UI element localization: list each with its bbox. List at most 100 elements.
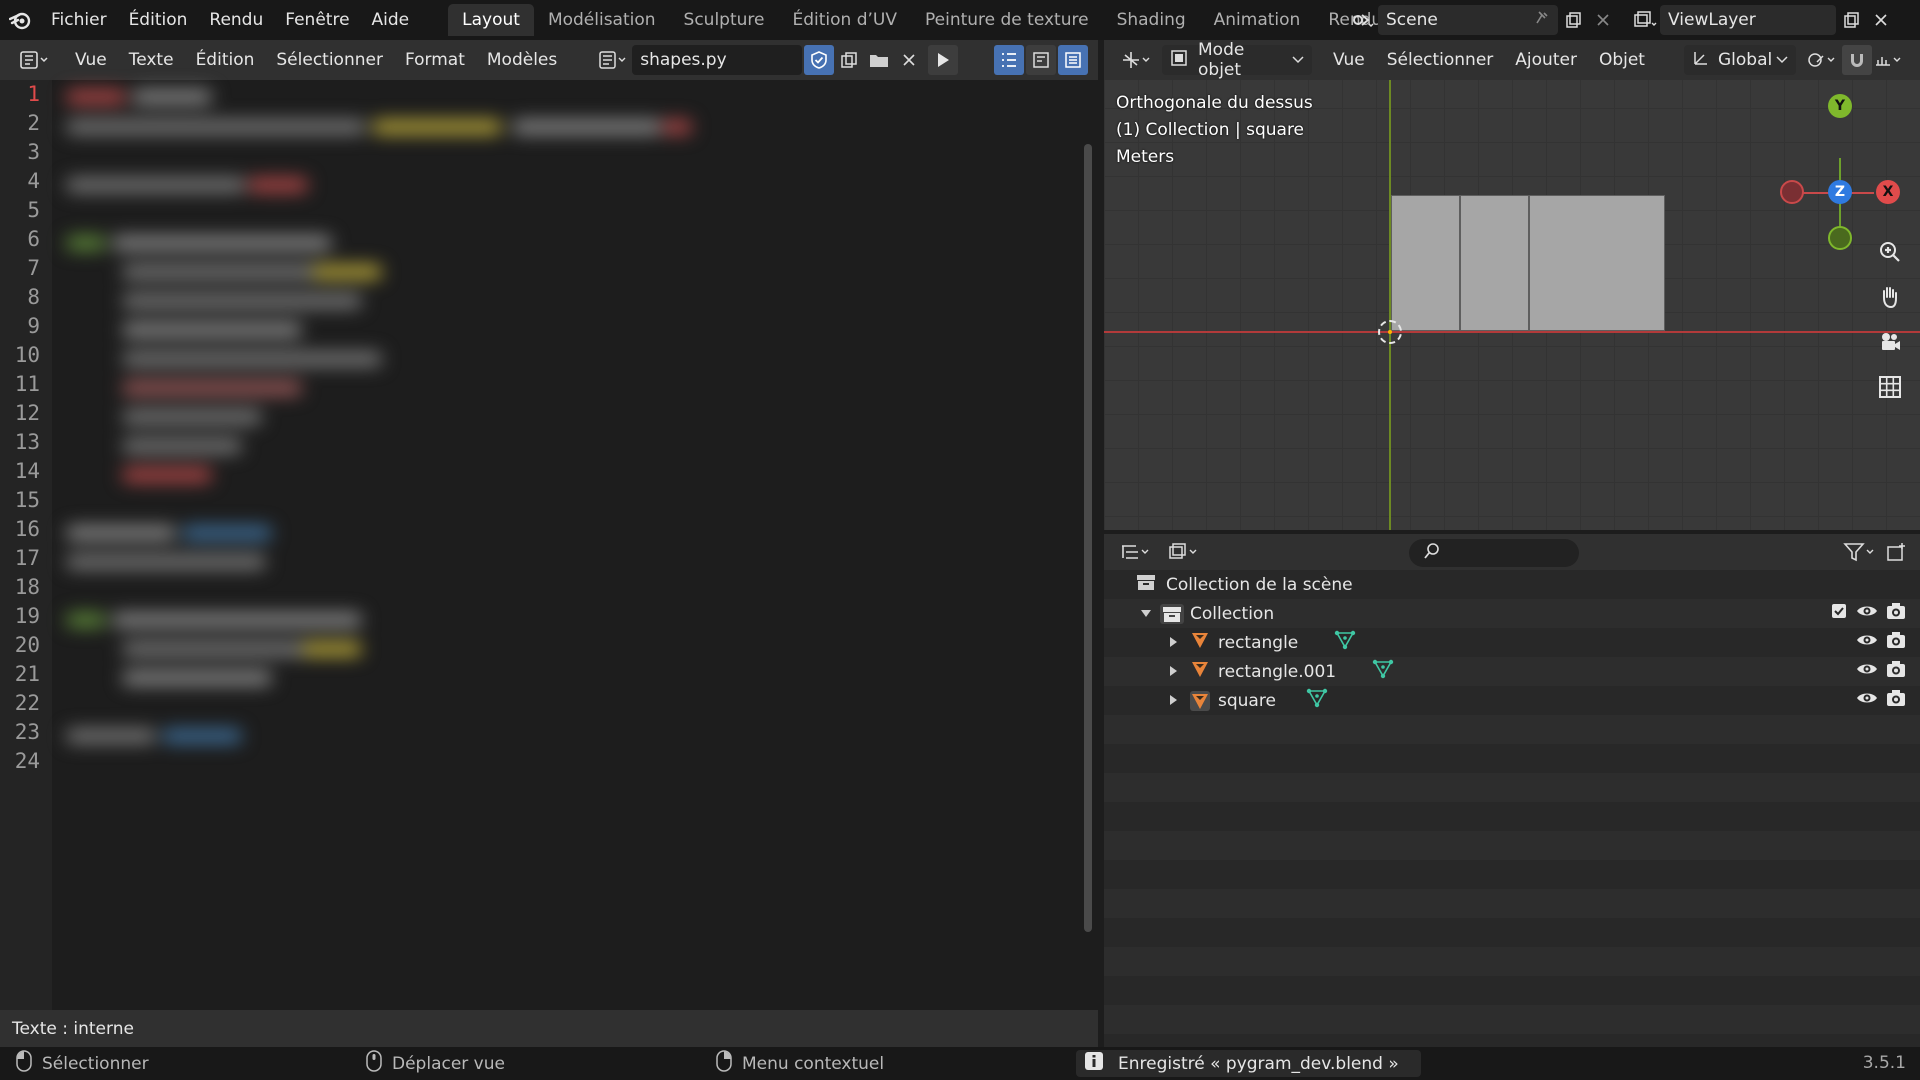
expand-arrow-icon[interactable] — [1168, 633, 1178, 653]
camera-render-icon[interactable] — [1886, 631, 1906, 654]
unlink-text-icon[interactable] — [894, 45, 924, 75]
view-layer-field[interactable]: ViewLayer — [1660, 5, 1836, 35]
text-browse-icon[interactable] — [594, 45, 632, 75]
line-number: 4 — [27, 169, 40, 193]
viewport-menu-add[interactable]: Ajouter — [1504, 50, 1588, 70]
eye-icon[interactable] — [1856, 603, 1878, 624]
status-select-hint: Sélectionner — [16, 1047, 149, 1080]
editor-scrollbar[interactable] — [1084, 144, 1092, 932]
text-menu-format[interactable]: Format — [394, 50, 476, 70]
new-collection-icon[interactable] — [1882, 537, 1912, 567]
line-number: 15 — [14, 488, 40, 512]
outliner-row-object[interactable]: rectangle.001 — [1104, 657, 1920, 686]
new-scene-icon[interactable] — [1558, 5, 1588, 35]
camera-render-icon[interactable] — [1886, 660, 1906, 683]
camera-render-icon[interactable] — [1886, 689, 1906, 712]
text-menu-edit[interactable]: Édition — [185, 50, 266, 70]
delete-scene-icon[interactable] — [1588, 5, 1618, 35]
status-bar: Sélectionner Déplacer vue Menu contextue… — [0, 1047, 1920, 1080]
object-mode-dropdown[interactable]: Mode objet — [1162, 40, 1312, 80]
eye-icon[interactable] — [1856, 632, 1878, 653]
text-menu-text[interactable]: Texte — [118, 50, 185, 70]
status-report[interactable]: Enregistré « pygram_dev.blend » — [1076, 1050, 1421, 1077]
viewport-menu-object[interactable]: Objet — [1588, 50, 1656, 70]
expand-arrow-icon[interactable] — [1168, 691, 1178, 711]
tab-shading[interactable]: Shading — [1103, 4, 1200, 36]
mesh-data-icon[interactable] — [1334, 629, 1356, 656]
exclude-checkbox[interactable] — [1830, 602, 1848, 625]
mesh-data-icon[interactable] — [1306, 687, 1328, 714]
viewport-editor-type-icon[interactable] — [1116, 45, 1156, 75]
text-filename-field[interactable]: shapes.py — [632, 45, 803, 75]
tab-sculpting[interactable]: Sculpture — [670, 4, 779, 36]
pin-icon[interactable] — [1534, 10, 1550, 31]
mesh-rectangle[interactable] — [1460, 195, 1529, 331]
view-orientation-text: Orthogonale du dessus — [1116, 93, 1313, 113]
outliner-row-collection[interactable]: Collection — [1104, 599, 1920, 628]
tab-texture-paint[interactable]: Peinture de texture — [911, 4, 1103, 36]
gizmo-neg-y-axis[interactable] — [1828, 226, 1852, 250]
filter-icon[interactable] — [1838, 537, 1882, 567]
mesh-rectangle-001[interactable] — [1529, 195, 1665, 331]
menu-edit[interactable]: Édition — [118, 0, 199, 40]
snap-magnet-icon[interactable] — [1841, 45, 1872, 75]
outliner-editor-type-icon[interactable] — [1116, 537, 1156, 567]
tab-uv-editing[interactable]: Édition d’UV — [779, 4, 912, 36]
gizmo-x-axis[interactable]: X — [1876, 180, 1900, 204]
tab-modeling[interactable]: Modélisation — [534, 4, 670, 36]
outliner-row-object[interactable]: square — [1104, 686, 1920, 715]
new-text-icon[interactable] — [834, 45, 864, 75]
gizmo-z-axis[interactable]: Z — [1828, 180, 1852, 204]
text-menu-select[interactable]: Sélectionner — [265, 50, 394, 70]
text-menu-view[interactable]: Vue — [64, 50, 118, 70]
text-editor-area[interactable]: 1 2 3 4 5 6 7 8 9 10 11 12 13 14 15 16 1… — [0, 80, 1098, 1010]
viewport-menu-view[interactable]: Vue — [1322, 50, 1376, 70]
outliner-row-object[interactable]: rectangle — [1104, 628, 1920, 657]
mesh-data-icon[interactable] — [1372, 658, 1394, 685]
gizmo-neg-x-axis[interactable] — [1780, 180, 1804, 204]
menu-render[interactable]: Rendu — [198, 0, 274, 40]
editor-type-icon[interactable] — [14, 45, 54, 75]
text-menu-templates[interactable]: Modèles — [476, 50, 568, 70]
delete-view-layer-icon[interactable] — [1866, 5, 1896, 35]
status-move-view-label: Déplacer vue — [392, 1053, 505, 1074]
camera-render-icon[interactable] — [1886, 602, 1906, 625]
camera-view-icon[interactable] — [1872, 324, 1908, 360]
pan-hand-icon[interactable] — [1872, 279, 1908, 315]
transform-orientation-dropdown[interactable]: Global — [1683, 45, 1796, 75]
new-view-layer-icon[interactable] — [1836, 5, 1866, 35]
eye-icon[interactable] — [1856, 661, 1878, 682]
line-number: 1 — [27, 82, 40, 106]
line-numbers-toggle-icon[interactable] — [994, 45, 1024, 75]
view-layer-icon[interactable] — [1630, 5, 1660, 35]
zoom-icon[interactable] — [1872, 234, 1908, 270]
word-wrap-toggle-icon[interactable] — [1026, 45, 1056, 75]
menu-file[interactable]: Fichier — [40, 0, 118, 40]
open-text-folder-icon[interactable] — [864, 45, 894, 75]
pivot-point-icon[interactable] — [1802, 45, 1842, 75]
display-mode-icon[interactable] — [1164, 537, 1204, 567]
status-move-view-hint: Déplacer vue — [366, 1047, 505, 1080]
gizmo-y-axis[interactable]: Y — [1828, 94, 1852, 118]
mesh-square[interactable] — [1391, 195, 1460, 331]
viewport-menu-select[interactable]: Sélectionner — [1376, 50, 1505, 70]
blender-logo-icon[interactable] — [0, 0, 40, 40]
expand-arrow-icon[interactable] — [1168, 662, 1178, 682]
menu-window[interactable]: Fenêtre — [274, 0, 360, 40]
menu-help[interactable]: Aide — [361, 0, 421, 40]
snap-increment-icon[interactable] — [1872, 45, 1906, 75]
perspective-grid-icon[interactable] — [1872, 369, 1908, 405]
3d-viewport[interactable]: Mode objet Vue Sélectionner Ajouter Obje… — [1104, 40, 1920, 530]
outliner-search-input[interactable] — [1409, 539, 1579, 567]
scene-icon[interactable] — [1348, 5, 1378, 35]
line-number: 5 — [27, 198, 40, 222]
collapse-arrow-icon[interactable] — [1140, 604, 1152, 624]
scene-name-field[interactable]: Scene — [1378, 5, 1558, 35]
tab-layout[interactable]: Layout — [448, 4, 534, 36]
run-script-play-icon[interactable] — [928, 45, 959, 75]
eye-icon[interactable] — [1856, 690, 1878, 711]
syntax-highlight-toggle-icon[interactable] — [1058, 45, 1088, 75]
fake-user-shield-icon[interactable] — [804, 45, 835, 75]
outliner-row-scene-collection[interactable]: Collection de la scène — [1104, 570, 1920, 599]
tab-animation[interactable]: Animation — [1200, 4, 1315, 36]
